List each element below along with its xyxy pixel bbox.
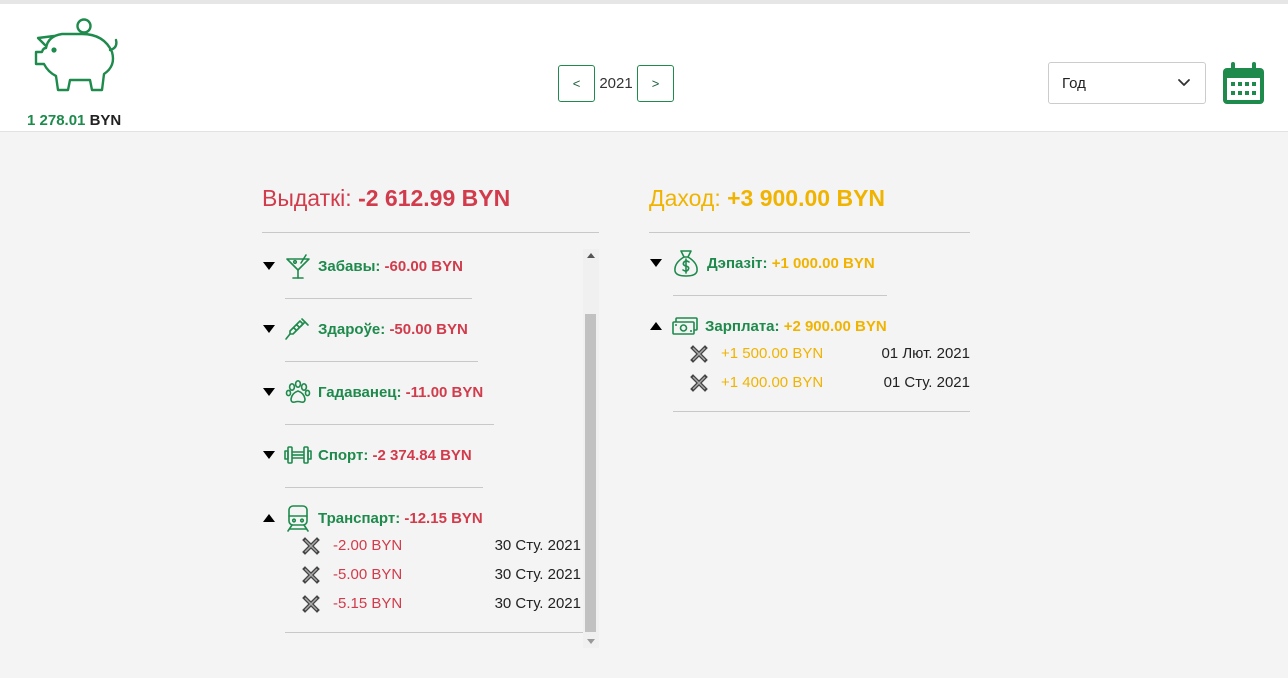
divider xyxy=(673,295,887,296)
category-name: Здароўе: xyxy=(318,320,390,338)
expense-category-entertainment[interactable]: Забавы: -60.00 BYN xyxy=(262,251,463,281)
transaction-date: 30 Сту. 2021 xyxy=(494,537,581,554)
category-name: Забавы: xyxy=(318,257,385,275)
category-amount: -2 374.84 BYN xyxy=(372,446,472,464)
piggy-bank-icon xyxy=(34,18,118,92)
money-bag-icon xyxy=(674,250,698,277)
transaction-amount: -2.00 BYN xyxy=(333,537,403,554)
divider xyxy=(285,487,483,488)
delete-icon[interactable] xyxy=(302,566,320,584)
category-name: Спорт: xyxy=(318,446,373,464)
income-total: +3 900.00 BYN xyxy=(727,185,886,211)
delete-icon[interactable] xyxy=(690,345,708,363)
transaction-row xyxy=(690,343,708,365)
scroll-up-arrow-icon[interactable] xyxy=(587,253,595,258)
expense-category-health[interactable]: Здароўе: -50.00 BYN xyxy=(262,314,468,344)
train-icon xyxy=(287,505,309,532)
next-year-button[interactable]: > xyxy=(637,65,674,102)
divider xyxy=(285,298,472,299)
collapse-triangle-icon[interactable] xyxy=(262,513,276,523)
dumbbell-icon xyxy=(284,446,312,464)
transaction-amount: +1 500.00 BYN xyxy=(721,345,824,362)
top-bar: 1 278.01 BYN < 2021 > Год xyxy=(0,0,1288,132)
divider xyxy=(285,361,478,362)
expense-category-sport[interactable]: Спорт: -2 374.84 BYN xyxy=(262,440,472,470)
year-navigator: < 2021 > xyxy=(558,65,674,102)
chevron-down-icon xyxy=(1178,79,1190,86)
expand-triangle-icon[interactable] xyxy=(262,450,276,460)
expense-category-transport[interactable]: Транспарт: -12.15 BYN xyxy=(262,503,483,533)
divider xyxy=(285,632,583,633)
expand-triangle-icon[interactable] xyxy=(262,261,276,271)
income-category-salary[interactable]: Зарплата: +2 900.00 BYN xyxy=(649,311,887,341)
expand-triangle-icon[interactable] xyxy=(649,258,663,268)
delete-icon[interactable] xyxy=(690,374,708,392)
transaction-amount: -5.15 BYN xyxy=(333,595,403,612)
collapse-triangle-icon[interactable] xyxy=(649,321,663,331)
category-name: Дэпазіт: xyxy=(707,254,772,272)
transaction-row xyxy=(690,372,708,394)
transaction-row xyxy=(302,535,320,557)
divider xyxy=(673,411,970,412)
total-balance: 1 278.01 BYN xyxy=(27,112,121,129)
cocktail-icon xyxy=(286,254,310,279)
expand-triangle-icon[interactable] xyxy=(262,324,276,334)
period-select[interactable]: Год xyxy=(1048,62,1206,104)
divider xyxy=(285,424,494,425)
category-amount: -50.00 BYN xyxy=(389,320,468,338)
period-select-value: Год xyxy=(1062,74,1086,92)
transaction-date: 01 Сту. 2021 xyxy=(883,374,970,391)
current-year: 2021 xyxy=(599,75,633,92)
income-label: Даход: xyxy=(649,185,721,211)
balance-amount: 1 278.01 xyxy=(27,112,86,129)
calendar-icon[interactable] xyxy=(1222,62,1265,105)
scroll-down-arrow-icon[interactable] xyxy=(587,639,595,644)
income-heading: Даход: +3 900.00 BYN xyxy=(649,185,885,212)
divider xyxy=(262,232,599,233)
category-amount: -60.00 BYN xyxy=(384,257,463,275)
expenses-total: -2 612.99 BYN xyxy=(358,185,511,211)
transaction-row xyxy=(302,564,320,586)
delete-icon[interactable] xyxy=(302,537,320,555)
paw-icon xyxy=(285,379,311,403)
category-name: Гадаванец: xyxy=(318,383,406,401)
transaction-amount: +1 400.00 BYN xyxy=(721,374,824,391)
syringe-icon xyxy=(285,318,309,340)
delete-icon[interactable] xyxy=(302,595,320,613)
transaction-date: 30 Сту. 2021 xyxy=(494,595,581,612)
divider xyxy=(649,232,970,233)
category-amount: -11.00 BYN xyxy=(405,383,484,401)
balance-currency: BYN xyxy=(89,112,122,129)
category-amount: +1 000.00 BYN xyxy=(771,254,875,272)
income-category-deposit[interactable]: Дэпазіт: +1 000.00 BYN xyxy=(649,248,875,278)
expenses-scrollbar[interactable] xyxy=(583,249,599,648)
transaction-row xyxy=(302,593,320,615)
transaction-date: 01 Лют. 2021 xyxy=(881,345,970,362)
transaction-date: 30 Сту. 2021 xyxy=(494,566,581,583)
expenses-heading: Выдаткі: -2 612.99 BYN xyxy=(262,185,510,212)
scrollbar-thumb[interactable] xyxy=(585,314,596,632)
expense-category-pet[interactable]: Гадаванец: -11.00 BYN xyxy=(262,377,483,407)
category-amount: -12.15 BYN xyxy=(404,509,483,527)
category-amount: +2 900.00 BYN xyxy=(783,317,887,335)
category-name: Зарплата: xyxy=(705,317,784,335)
expenses-label: Выдаткі: xyxy=(262,185,352,211)
prev-year-button[interactable]: < xyxy=(558,65,595,102)
transaction-amount: -5.00 BYN xyxy=(333,566,403,583)
category-name: Транспарт: xyxy=(318,509,405,527)
expand-triangle-icon[interactable] xyxy=(262,387,276,397)
cash-icon xyxy=(672,317,698,335)
